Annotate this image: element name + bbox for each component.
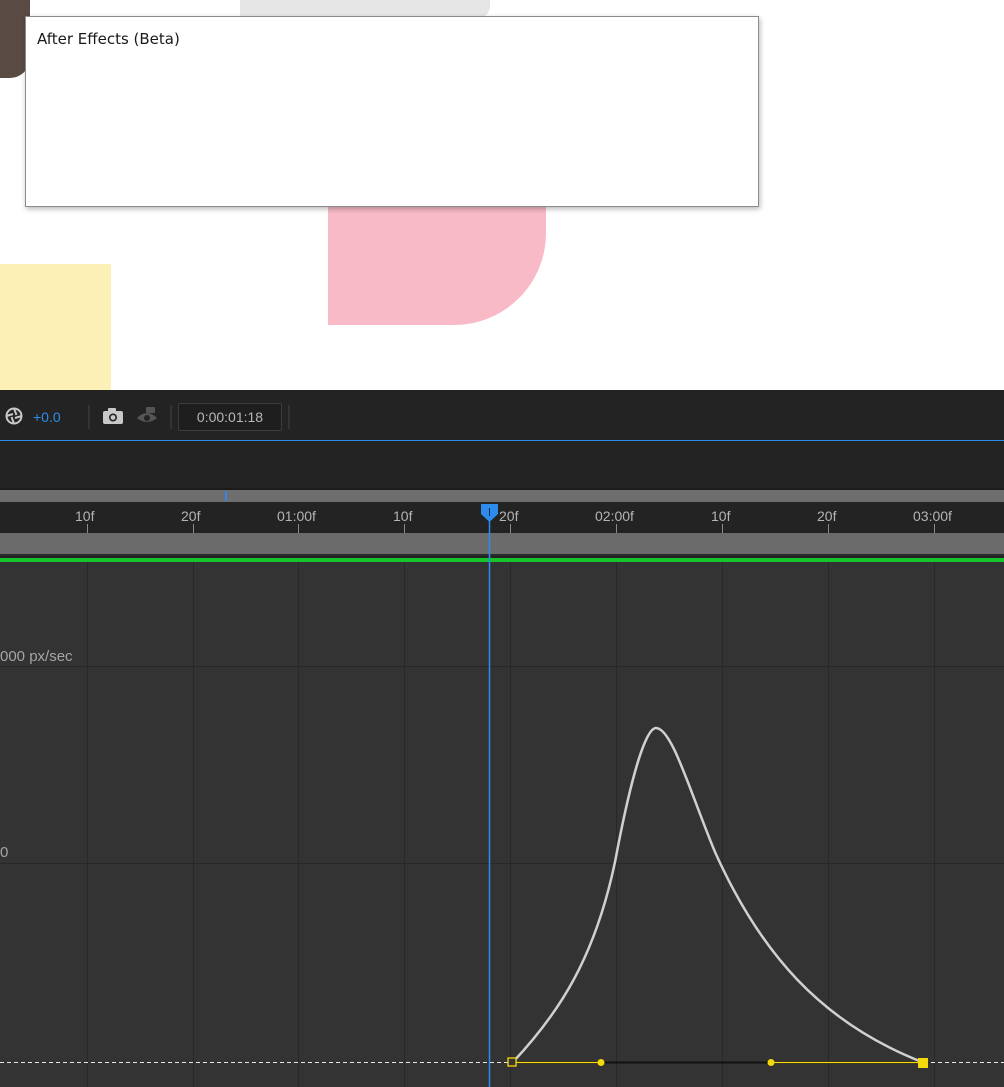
app-tooltip: After Effects (Beta) [25,16,759,207]
bezier-handle-icon [767,1059,775,1066]
work-area-bar[interactable] [0,533,1004,556]
keyframe-icon [507,1057,517,1067]
current-time-indicator[interactable] [480,502,500,1087]
ruler-label: 20f [817,508,837,524]
ruler-label: 01:00f [277,508,316,524]
show-snapshot-icon[interactable] [135,406,159,431]
graph-editor[interactable]: 000 px/sec 0 [0,562,1004,1087]
yellow-shape-layer [0,264,111,390]
viewer-toolbar: +0.0 0:00:01:18 [0,390,1004,441]
graph-speed-label: 000 px/sec [0,648,73,665]
toolbar-divider [288,405,290,429]
ruler-label: 03:00f [913,508,952,524]
toolbar-divider [170,405,172,429]
current-time-display[interactable]: 0:00:01:18 [178,403,282,431]
ruler-label: 10f [75,508,95,524]
exposure-reset-icon[interactable] [4,406,24,431]
pink-shape-layer [328,200,546,325]
time-ruler[interactable]: f 10f 20f 01:00f 10f 20f 02:00f 10f 20f … [0,502,1004,533]
speed-curve [512,726,923,1064]
exposure-value[interactable]: +0.0 [33,409,61,425]
ruler-label: 10f [711,508,731,524]
ruler-label: 20f [499,508,519,524]
toolbar-divider [88,405,90,429]
timeline-panel: +0.0 0:00:01:18 10f 20f 01:00f 10f 20f 0… [0,390,1004,1087]
tooltip-text: After Effects (Beta) [37,30,180,48]
graph-zero-label: 0 [0,844,9,861]
keyframe-icon [918,1058,928,1068]
time-navigator[interactable] [0,490,1004,502]
navigator-indicator [225,491,227,501]
bezier-handle-icon [597,1059,605,1066]
ruler-label: 02:00f [595,508,634,524]
ruler-label: 20f [181,508,201,524]
camera-snapshot-icon[interactable] [102,407,124,430]
ruler-label: 10f [393,508,413,524]
timeline-header [0,441,1004,490]
